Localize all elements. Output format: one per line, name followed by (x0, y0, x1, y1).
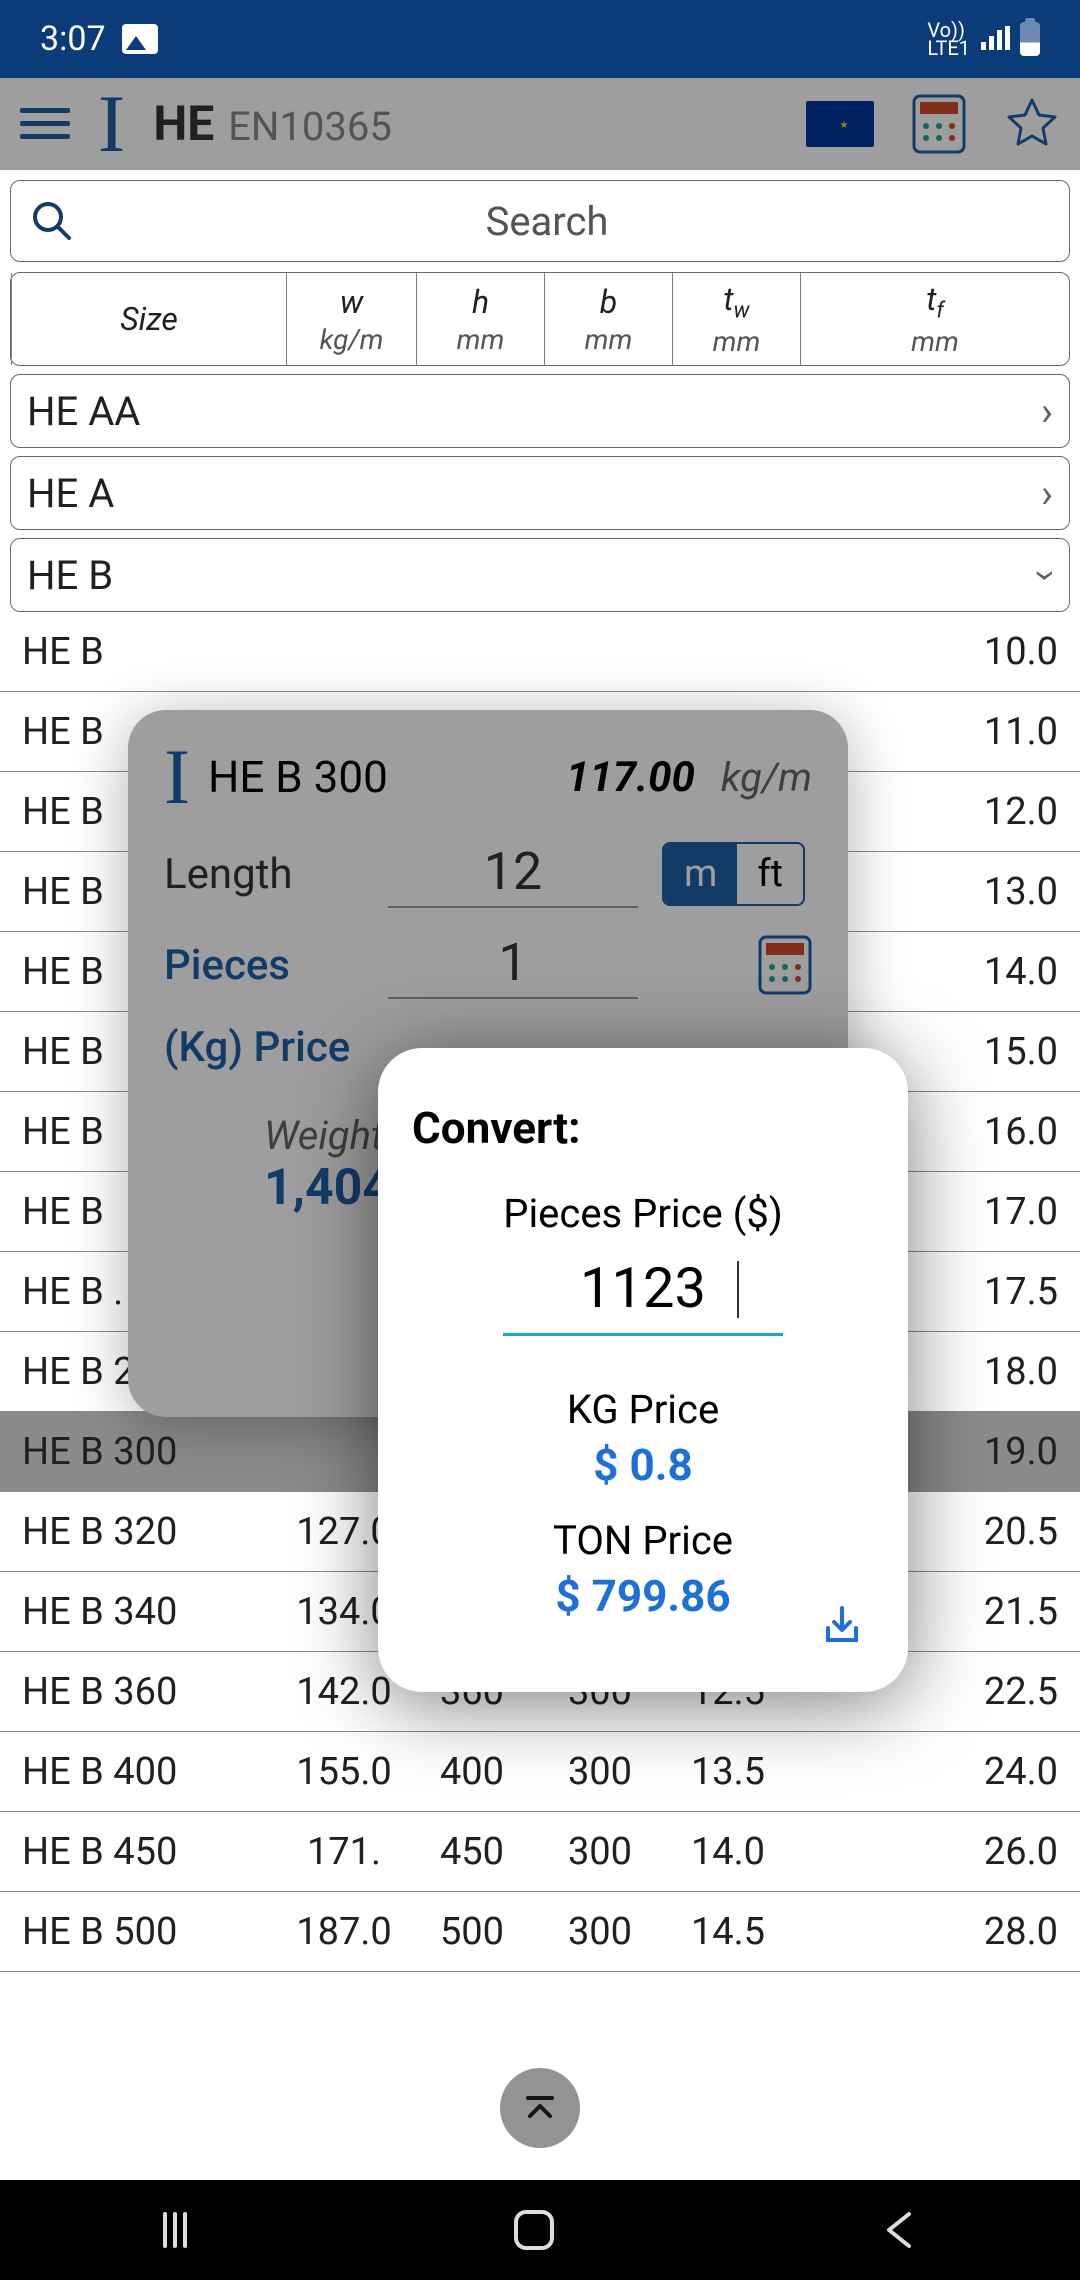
length-label: Length (164, 850, 364, 899)
chevron-right-icon: › (1041, 388, 1053, 435)
dialog-title: Convert: (412, 1102, 874, 1154)
eu-flag-icon[interactable]: ⋆ (806, 101, 874, 147)
chevron-right-icon: › (1041, 470, 1053, 517)
search-icon (31, 200, 73, 242)
kg-price-value: $ 0.8 (412, 1439, 874, 1491)
table-row[interactable]: HE B10.0 (0, 612, 1080, 692)
pieces-price-input[interactable]: 1123 (503, 1255, 783, 1336)
col-tw: twmm (672, 273, 800, 365)
column-headers: Size wkg/m hmm bmm twmm tfmm (10, 272, 1070, 366)
ton-price-value: $ 799.86 (412, 1570, 874, 1622)
save-icon[interactable] (818, 1600, 866, 1648)
selected-section-name: HE B 300 (208, 751, 548, 803)
network-label: Vo)) LTE1 (927, 21, 970, 57)
pieces-label: Pieces (164, 941, 364, 990)
ibeam-icon: I (98, 77, 125, 171)
signal-icon (980, 26, 1010, 52)
section-weight: 117.00 (566, 753, 695, 802)
home-button[interactable] (514, 2210, 554, 2250)
col-h: hmm (416, 273, 544, 365)
table-row[interactable]: HE B 450171.45030014.026.0 (0, 1812, 1080, 1892)
col-b: bmm (544, 273, 672, 365)
pieces-input[interactable]: 1 (388, 932, 638, 999)
navigation-bar (0, 2180, 1080, 2280)
pieces-price-label: Pieces Price ($) (412, 1190, 874, 1237)
table-row[interactable]: HE B 400155.040030013.524.0 (0, 1732, 1080, 1812)
table-row[interactable]: HE B 500187.050030014.528.0 (0, 1892, 1080, 1972)
search-placeholder: Search (93, 198, 1001, 245)
app-bar: I HE EN10365 ⋆ (0, 78, 1080, 170)
group-he-a[interactable]: HE A› (10, 456, 1070, 530)
standard-code: EN10365 (228, 103, 392, 150)
kg-price-label: KG Price (412, 1386, 874, 1433)
group-he-aa[interactable]: HE AA› (10, 374, 1070, 448)
unit-m[interactable]: m (664, 844, 737, 904)
unit-toggle[interactable]: m ft (662, 842, 805, 906)
group-he-b[interactable]: HE B› (10, 538, 1070, 612)
back-button[interactable] (881, 2210, 917, 2250)
recents-button[interactable] (163, 2212, 187, 2248)
col-size: Size (11, 273, 286, 365)
status-bar: 3:07 Vo)) LTE1 (0, 0, 1080, 78)
status-time: 3:07 (40, 19, 106, 59)
kg-price-label: (Kg) Price (164, 1023, 364, 1072)
menu-icon[interactable] (20, 108, 70, 139)
calculator-icon[interactable] (758, 935, 812, 995)
unit-ft[interactable]: ft (737, 844, 803, 904)
text-cursor (737, 1261, 739, 1318)
ton-price-label: TON Price (412, 1517, 874, 1564)
search-input[interactable]: Search (10, 180, 1070, 262)
scroll-top-button[interactable] (500, 2068, 580, 2148)
battery-icon (1020, 22, 1040, 56)
length-input[interactable]: 12 (388, 841, 638, 908)
favorite-icon[interactable] (1004, 96, 1060, 152)
col-tf: tfmm (800, 273, 1069, 365)
convert-dialog: Convert: Pieces Price ($) 1123 KG Price … (378, 1048, 908, 1692)
col-w: wkg/m (286, 273, 416, 365)
section-weight-unit: kg/m (721, 754, 812, 801)
section-type: HE (153, 95, 214, 152)
picture-icon (122, 24, 158, 54)
ibeam-icon: I (164, 750, 190, 805)
calculator-icon[interactable] (912, 94, 966, 154)
chevron-down-icon: › (1023, 569, 1070, 581)
